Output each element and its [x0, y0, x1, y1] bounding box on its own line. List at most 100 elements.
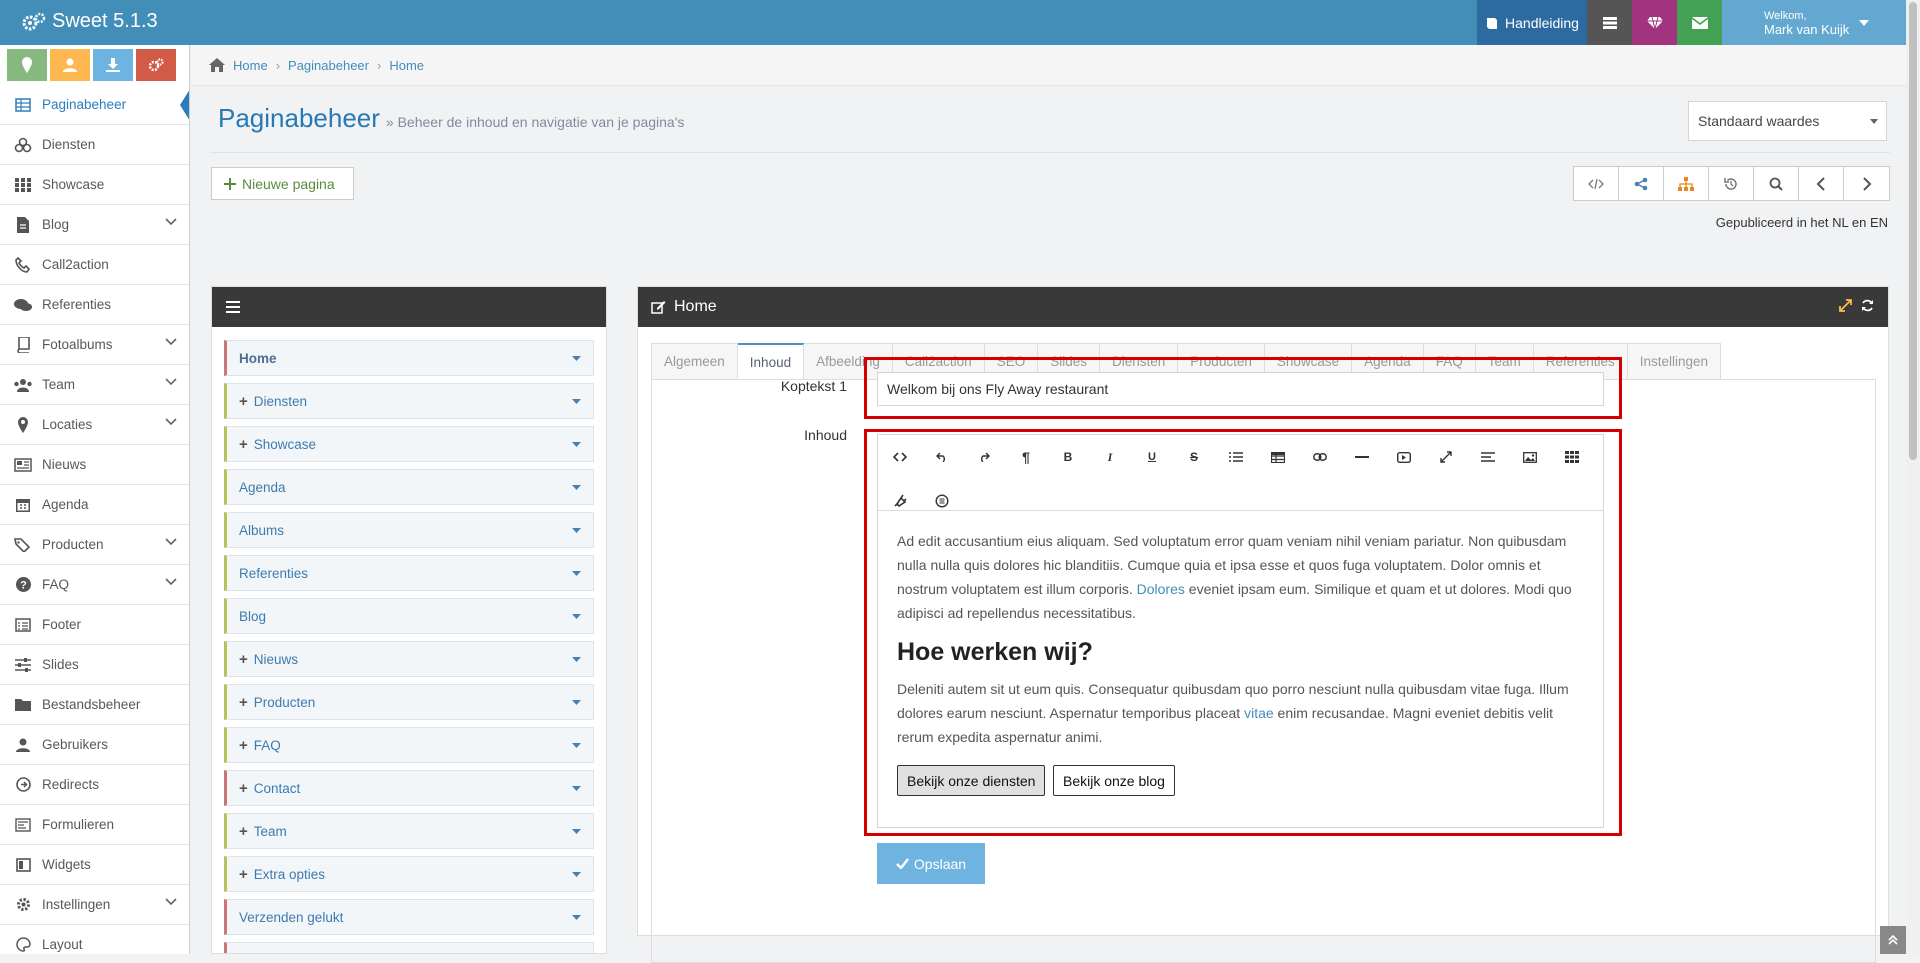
editor-content[interactable]: Ad edit accusantium eius aliquam. Sed vo… [897, 529, 1587, 749]
tree-item-verzenden-gelukt[interactable]: Verzenden gelukt [224, 899, 594, 935]
plus-icon[interactable]: + [239, 780, 248, 797]
scrollbar-thumb[interactable] [1909, 2, 1917, 460]
caret-down-icon[interactable] [572, 786, 581, 791]
manual-button[interactable]: Handleiding [1477, 0, 1587, 45]
align-icon[interactable] [1476, 445, 1500, 469]
plus-icon[interactable]: + [239, 737, 248, 754]
tab-instellingen[interactable]: Instellingen [1627, 343, 1722, 380]
italic-icon[interactable]: I [1098, 445, 1122, 469]
horizontal-rule-icon[interactable] [1350, 445, 1374, 469]
sidebar-item-formulieren[interactable]: Formulieren [0, 805, 189, 845]
blog-content-button[interactable]: Bekijk onze blog [1053, 765, 1175, 796]
caret-down-icon[interactable] [572, 356, 581, 361]
sidebar-item-layout[interactable]: Layout [0, 925, 189, 954]
sitemap-button[interactable] [1664, 167, 1709, 200]
tree-item-diensten[interactable]: + Diensten [224, 383, 594, 419]
undo-icon[interactable] [930, 445, 954, 469]
tree-item-nieuws[interactable]: + Nieuws [224, 641, 594, 677]
plus-icon[interactable]: + [239, 393, 248, 410]
caret-down-icon[interactable] [572, 485, 581, 490]
koptekst-input[interactable]: Welkom bij ons Fly Away restaurant [877, 372, 1604, 406]
caret-down-icon[interactable] [572, 399, 581, 404]
tree-item-verzenden-mislukt[interactable]: Verzenden mislukt [224, 942, 594, 953]
tree-item-referenties[interactable]: Referenties [224, 555, 594, 591]
sidebar-item-agenda[interactable]: Agenda [0, 485, 189, 525]
sidebar-item-widgets[interactable]: Widgets [0, 845, 189, 885]
tree-item-home[interactable]: Home [224, 340, 594, 376]
paragraph-icon[interactable]: ¶ [1014, 445, 1038, 469]
defaults-select[interactable]: Standaard waardes [1688, 101, 1887, 141]
plugin-icon[interactable] [888, 489, 912, 513]
code-view-icon[interactable] [888, 445, 912, 469]
caret-down-icon[interactable] [572, 528, 581, 533]
widgets-grid-icon[interactable] [1560, 445, 1584, 469]
caret-down-icon[interactable] [572, 442, 581, 447]
menu-icon[interactable] [226, 301, 240, 313]
refresh-icon[interactable] [1861, 299, 1874, 312]
sidebar-item-locaties[interactable]: Locaties [0, 405, 189, 445]
tree-item-contact[interactable]: + Contact [224, 770, 594, 806]
caret-down-icon[interactable] [572, 657, 581, 662]
tree-item-showcase[interactable]: + Showcase [224, 426, 594, 462]
history-button[interactable] [1709, 167, 1754, 200]
rich-text-editor[interactable]: ¶ B I U S Ad edit accusantium eius aliquam. … [877, 434, 1604, 828]
plus-icon[interactable]: + [239, 823, 248, 840]
list-icon[interactable] [1224, 445, 1248, 469]
shortcut-button-1[interactable] [7, 49, 47, 81]
source-icon[interactable] [930, 489, 954, 513]
sidebar-item-showcase[interactable]: Showcase [0, 165, 189, 205]
tree-item-producten[interactable]: + Producten [224, 684, 594, 720]
save-button[interactable]: Opslaan [877, 843, 985, 884]
caret-down-icon[interactable] [572, 743, 581, 748]
share-button[interactable] [1619, 167, 1664, 200]
chevron-right-button[interactable] [1844, 167, 1889, 200]
services-content-button[interactable]: Bekijk onze diensten [897, 765, 1046, 796]
sidebar-item-faq[interactable]: ? FAQ [0, 565, 189, 605]
sidebar-item-producten[interactable]: Producten [0, 525, 189, 565]
code-button[interactable] [1574, 167, 1619, 200]
strikethrough-icon[interactable]: S [1182, 445, 1206, 469]
tree-item-albums[interactable]: Albums [224, 512, 594, 548]
plus-icon[interactable]: + [239, 651, 248, 668]
sidebar-item-instellingen[interactable]: Instellingen [0, 885, 189, 925]
expand-icon[interactable] [1839, 299, 1852, 312]
breadcrumb-current[interactable]: Home [389, 58, 424, 73]
messages-button[interactable] [1677, 0, 1722, 45]
tree-item-blog[interactable]: Blog [224, 598, 594, 634]
sidebar-item-call2action[interactable]: Call2action [0, 245, 189, 285]
underline-icon[interactable]: U [1140, 445, 1164, 469]
inline-link[interactable]: vitae [1244, 705, 1274, 721]
plus-icon[interactable]: + [239, 866, 248, 883]
caret-down-icon[interactable] [572, 700, 581, 705]
fullscreen-icon[interactable] [1434, 445, 1458, 469]
breadcrumb-paginabeheer[interactable]: Paginabeheer [288, 58, 369, 73]
sidebar-item-footer[interactable]: Footer [0, 605, 189, 645]
server-button[interactable] [1587, 0, 1632, 45]
link-icon[interactable] [1308, 445, 1332, 469]
page-scrollbar[interactable] [1906, 0, 1920, 954]
scroll-up-button[interactable] [1880, 926, 1906, 954]
table-icon[interactable] [1266, 445, 1290, 469]
sidebar-item-referenties[interactable]: Referenties [0, 285, 189, 325]
plus-icon[interactable]: + [239, 694, 248, 711]
plus-icon[interactable]: + [239, 436, 248, 453]
sidebar-item-blog[interactable]: Blog [0, 205, 189, 245]
search-button[interactable] [1754, 167, 1799, 200]
user-menu[interactable]: Welkom, Mark van Kuijk [1722, 0, 1906, 45]
chevron-left-button[interactable] [1799, 167, 1844, 200]
sidebar-item-diensten[interactable]: Diensten [0, 125, 189, 165]
tab-algemeen[interactable]: Algemeen [651, 343, 738, 380]
tree-item-extra-opties[interactable]: + Extra opties [224, 856, 594, 892]
tab-inhoud[interactable]: Inhoud [737, 343, 805, 380]
caret-down-icon[interactable] [572, 915, 581, 920]
sidebar-item-bestandsbeheer[interactable]: Bestandsbeheer [0, 685, 189, 725]
caret-down-icon[interactable] [572, 829, 581, 834]
sidebar-item-fotoalbums[interactable]: Fotoalbums [0, 325, 189, 365]
inline-link[interactable]: Dolores [1137, 581, 1185, 597]
shortcut-button-4[interactable] [136, 49, 176, 81]
sidebar-item-slides[interactable]: Slides [0, 645, 189, 685]
video-icon[interactable] [1392, 445, 1416, 469]
tree-item-agenda[interactable]: Agenda [224, 469, 594, 505]
caret-down-icon[interactable] [572, 872, 581, 877]
shortcut-button-2[interactable] [50, 49, 90, 81]
